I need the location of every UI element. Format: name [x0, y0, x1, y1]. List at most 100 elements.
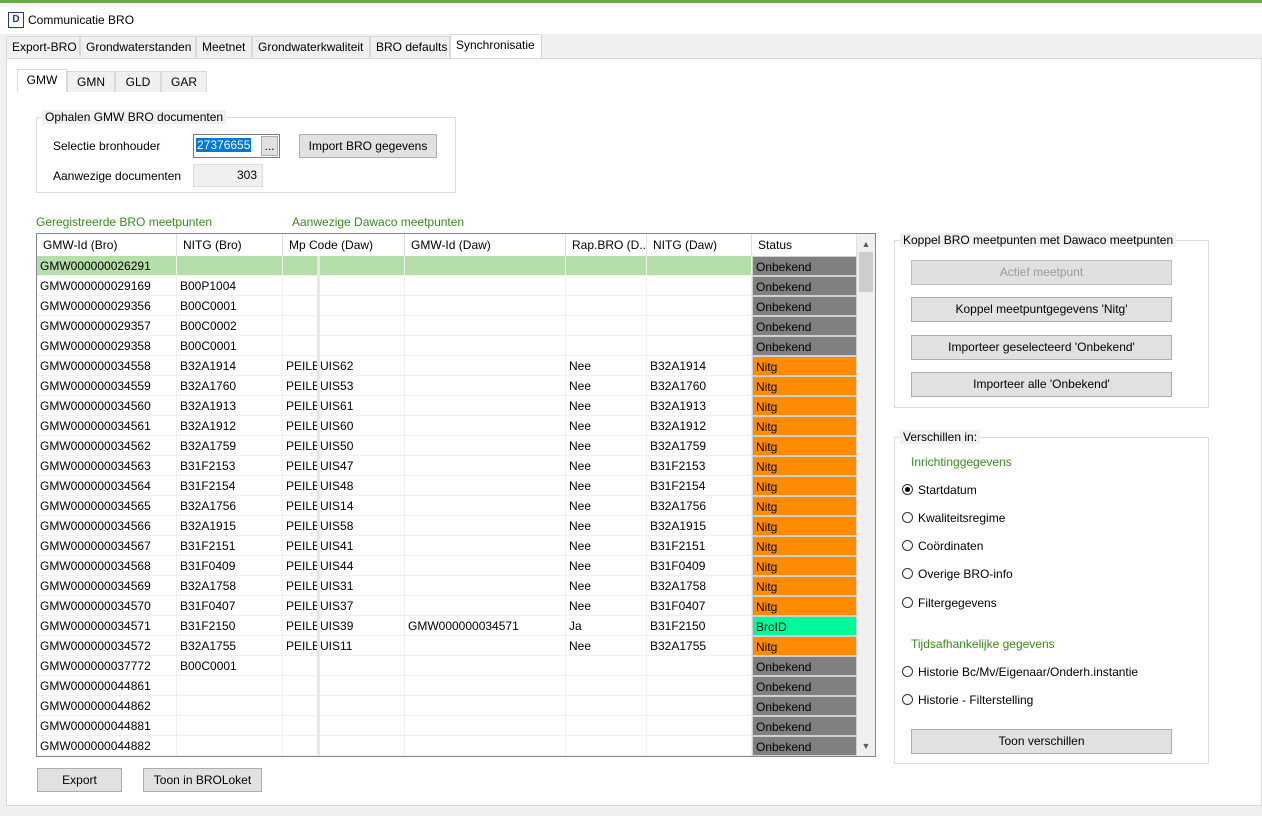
- cell-gmw-daw: [405, 276, 566, 296]
- table-row[interactable]: GMW000000044881 Onbekend: [37, 716, 857, 736]
- table-row[interactable]: GMW000000029357 B00C0002 Onbekend: [37, 316, 857, 336]
- cell-nitg: B31F2153: [177, 456, 283, 476]
- browse-button[interactable]: ...: [261, 136, 278, 156]
- koppel-nitg-button[interactable]: Koppel meetpuntgegevens 'Nitg': [911, 297, 1172, 322]
- col-status[interactable]: Status: [752, 234, 857, 256]
- grid-scrollbar[interactable]: ▲ ▼: [857, 234, 875, 756]
- cell-mp: [283, 256, 405, 276]
- col-gmw-id-bro[interactable]: GMW-Id (Bro): [37, 234, 177, 256]
- tab-bro-defaults[interactable]: BRO defaults: [370, 36, 450, 57]
- table-row[interactable]: GMW000000044861 Onbekend: [37, 676, 857, 696]
- subtab-gar[interactable]: GAR: [161, 71, 207, 92]
- table-row[interactable]: GMW000000034559B32A1760PEILBUIS53NeeB32A…: [37, 376, 857, 396]
- cell-rap: [566, 256, 647, 276]
- col-nitg-bro[interactable]: NITG (Bro): [177, 234, 283, 256]
- cell-nitg: B00P1004: [177, 276, 283, 296]
- table-row[interactable]: GMW000000034571B31F2150PEILBUIS39GMW0000…: [37, 616, 857, 636]
- import-all-button[interactable]: Importeer alle 'Onbekend': [911, 372, 1172, 397]
- table-row[interactable]: GMW000000034563B31F2153PEILBUIS47NeeB31F…: [37, 456, 857, 476]
- table-row[interactable]: GMW000000034569B32A1758PEILBUIS31NeeB32A…: [37, 576, 857, 596]
- cell-rap: Nee: [566, 376, 647, 396]
- table-row[interactable]: GMW000000034561B32A1912PEILBUIS60NeeB32A…: [37, 416, 857, 436]
- table-row[interactable]: GMW000000026291 Onbekend: [37, 256, 857, 276]
- cell-nitg-daw: [647, 256, 752, 276]
- tab-grondwaterstanden[interactable]: Grondwaterstanden: [80, 36, 196, 57]
- radio-kwaliteitsregime-label[interactable]: Kwaliteitsregime: [918, 511, 1005, 525]
- cell-mp: [283, 676, 405, 696]
- col-nitg-daw[interactable]: NITG (Daw): [647, 234, 752, 256]
- cell-status: Nitg: [752, 516, 857, 536]
- meetpunten-grid[interactable]: GMW-Id (Bro) NITG (Bro) Mp Code (Daw) GM…: [36, 233, 876, 757]
- scroll-down-icon[interactable]: ▼: [857, 738, 875, 754]
- cell-mp: PEILBUIS61: [283, 396, 405, 416]
- cell-gmw-daw: [405, 496, 566, 516]
- radio-startdatum[interactable]: [902, 484, 913, 495]
- cell-rap: Nee: [566, 456, 647, 476]
- table-row[interactable]: GMW000000034572B32A1755PEILBUIS11NeeB32A…: [37, 636, 857, 656]
- cell-nitg-daw: [647, 276, 752, 296]
- tab-grondwaterkwaliteit[interactable]: Grondwaterkwaliteit: [252, 36, 370, 57]
- cell-mp: [283, 336, 405, 356]
- cell-nitg: [177, 676, 283, 696]
- cell-mp: PEILBUIS39: [283, 616, 405, 636]
- tab-synchronisatie[interactable]: Synchronisatie: [450, 34, 542, 58]
- table-row[interactable]: GMW000000034568B31F0409PEILBUIS44NeeB31F…: [37, 556, 857, 576]
- export-button[interactable]: Export: [37, 768, 122, 792]
- table-row[interactable]: GMW000000034566B32A1915PEILBUIS58NeeB32A…: [37, 516, 857, 536]
- col-gmw-id-daw[interactable]: GMW-Id (Daw): [405, 234, 566, 256]
- table-row[interactable]: GMW000000034565B32A1756PEILBUIS14NeeB32A…: [37, 496, 857, 516]
- col-rap-bro[interactable]: Rap.BRO (D...: [566, 234, 647, 256]
- toon-broloket-button[interactable]: Toon in BROLoket: [143, 768, 262, 792]
- table-row[interactable]: GMW000000029356 B00C0001 Onbekend: [37, 296, 857, 316]
- radio-filtergegevens[interactable]: [902, 597, 913, 608]
- subtab-gld[interactable]: GLD: [115, 71, 161, 92]
- radio-overige-bro-info[interactable]: [902, 568, 913, 579]
- radio-kwaliteitsregime[interactable]: [902, 512, 913, 523]
- table-row[interactable]: GMW000000034567B31F2151PEILBUIS41NeeB31F…: [37, 536, 857, 556]
- table-row[interactable]: GMW000000044882 Onbekend: [37, 736, 857, 756]
- radio-startdatum-label[interactable]: Startdatum: [918, 483, 977, 497]
- table-row[interactable]: GMW000000037772 B00C0001 Onbekend: [37, 656, 857, 676]
- scroll-up-icon[interactable]: ▲: [857, 236, 875, 252]
- tab-export-bro[interactable]: Export-BRO: [6, 36, 80, 57]
- radio-historie-filter-label[interactable]: Historie - Filterstelling: [918, 693, 1033, 707]
- table-row[interactable]: GMW000000034564B31F2154PEILBUIS48NeeB31F…: [37, 476, 857, 496]
- cell-gmw-daw: [405, 636, 566, 656]
- tab-meetnet[interactable]: Meetnet: [196, 36, 252, 57]
- radio-coordinaten[interactable]: [902, 540, 913, 551]
- ophalen-group-title: Ophalen GMW BRO documenten: [42, 110, 227, 124]
- grid-header: GMW-Id (Bro) NITG (Bro) Mp Code (Daw) GM…: [37, 234, 857, 257]
- cell-rap: Nee: [566, 416, 647, 436]
- col-mp-code-daw[interactable]: Mp Code (Daw): [283, 234, 405, 256]
- cell-id: GMW000000034571: [37, 616, 177, 636]
- cell-status: Onbekend: [752, 276, 857, 296]
- table-row[interactable]: GMW000000034570B31F0407PEILBUIS37NeeB31F…: [37, 596, 857, 616]
- table-row[interactable]: GMW000000034560B32A1913PEILBUIS61NeeB32A…: [37, 396, 857, 416]
- table-row[interactable]: GMW000000029169 B00P1004 Onbekend: [37, 276, 857, 296]
- table-row[interactable]: GMW000000034558B32A1914PEILBUIS62NeeB32A…: [37, 356, 857, 376]
- table-row[interactable]: GMW000000044862 Onbekend: [37, 696, 857, 716]
- toon-verschillen-button[interactable]: Toon verschillen: [911, 729, 1172, 754]
- cell-id: GMW000000034565: [37, 496, 177, 516]
- radio-historie-bc-label[interactable]: Historie Bc/Mv/Eigenaar/Onderh.instantie: [918, 665, 1138, 679]
- radio-filtergegevens-label[interactable]: Filtergegevens: [918, 596, 997, 610]
- radio-coordinaten-label[interactable]: Coördinaten: [918, 539, 983, 553]
- subtab-gmw[interactable]: GMW: [17, 69, 67, 92]
- cell-status: Onbekend: [752, 696, 857, 716]
- cell-nitg: [177, 696, 283, 716]
- actief-meetpunt-button[interactable]: Actief meetpunt: [911, 260, 1172, 285]
- table-row[interactable]: GMW000000029358 B00C0001 Onbekend: [37, 336, 857, 356]
- bronhouder-input[interactable]: 27376655 ...: [193, 134, 280, 158]
- cell-id: GMW000000034566: [37, 516, 177, 536]
- import-bro-button[interactable]: Import BRO gegevens: [299, 134, 437, 158]
- cell-status: Nitg: [752, 496, 857, 516]
- cell-gmw-daw: [405, 416, 566, 436]
- subtab-gmn[interactable]: GMN: [67, 71, 115, 92]
- import-selected-button[interactable]: Importeer geselecteerd 'Onbekend': [911, 335, 1172, 360]
- table-row[interactable]: GMW000000034562B32A1759PEILBUIS50NeeB32A…: [37, 436, 857, 456]
- radio-historie-bc[interactable]: [902, 666, 913, 677]
- cell-rap: Nee: [566, 536, 647, 556]
- radio-overige-bro-info-label[interactable]: Overige BRO-info: [918, 567, 1013, 581]
- radio-historie-filter[interactable]: [902, 694, 913, 705]
- scroll-thumb[interactable]: [859, 252, 873, 292]
